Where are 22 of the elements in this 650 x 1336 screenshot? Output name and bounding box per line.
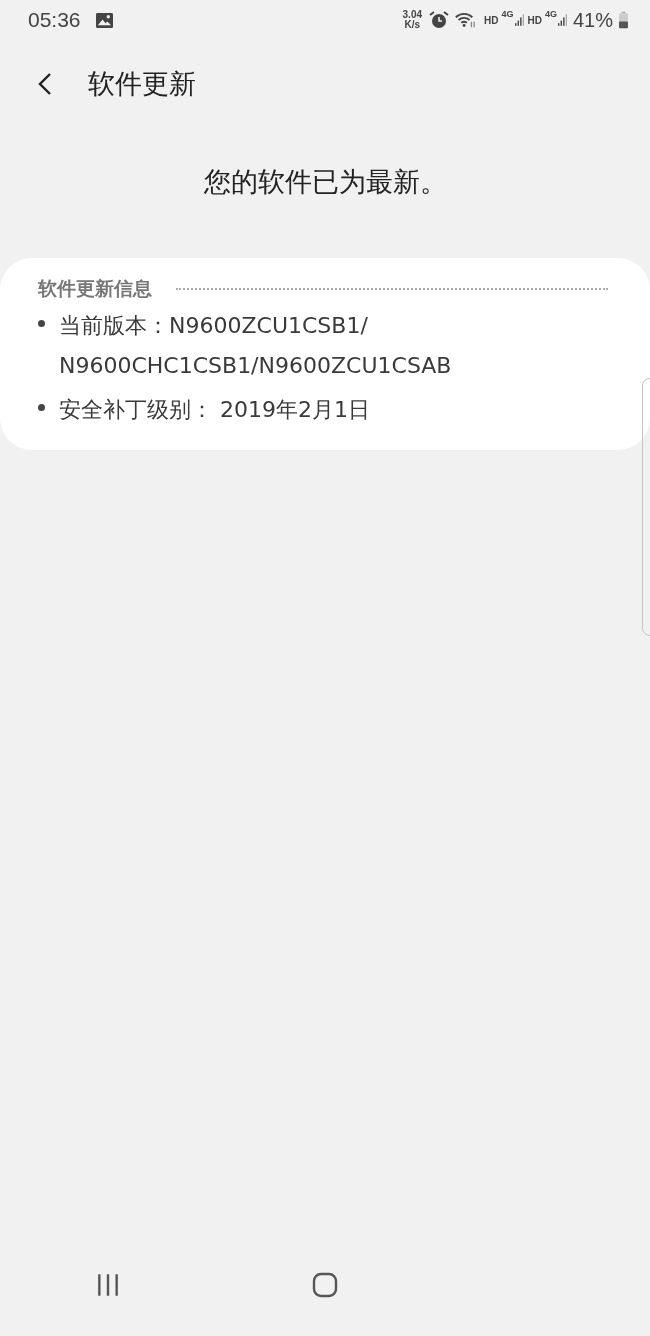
network-type: 4G [544,9,557,19]
hd-label: HD [484,14,499,26]
status-message: 您的软件已为最新。 [202,165,448,199]
page-title: 软件更新 [88,67,196,101]
section-title: 软件更新信息 [38,276,152,301]
info-text: 安全补丁级别： 2019年2月1日 [59,396,370,424]
image-icon [94,11,114,29]
hd-label: HD [527,14,542,26]
status-time: 05:36 [28,8,81,32]
network-speed: 3.04 K/s [402,10,423,30]
wifi-icon [454,10,477,30]
signal-icon [557,12,567,28]
info-text: 当前版本：N9600ZCU1CSB1/ N9600CHC1CSB1/N9600ZCU1CSAB [59,312,452,380]
network-type: 4G [501,9,514,19]
signal-icon [514,12,524,28]
bullet-icon [38,320,45,327]
battery-percent: 41% [572,8,613,32]
battery-icon [619,11,628,29]
home-icon[interactable] [312,1272,338,1298]
bullet-icon [38,404,45,411]
alarm-icon [428,10,451,30]
back-icon [38,72,52,96]
